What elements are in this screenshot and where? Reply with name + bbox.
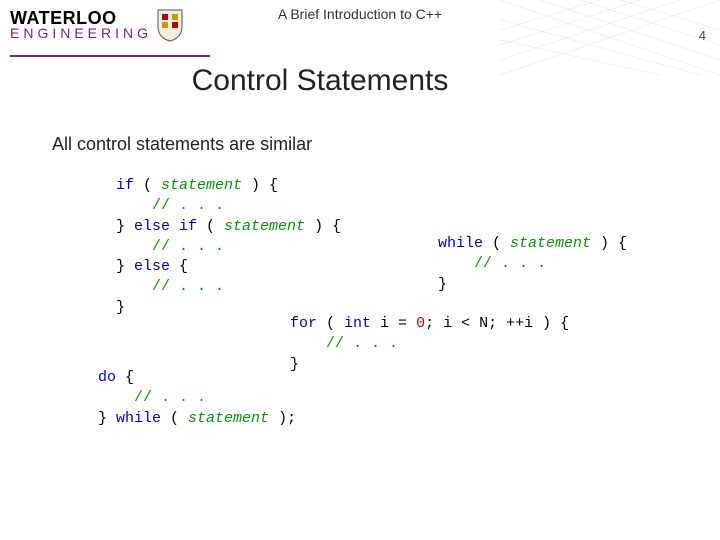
- code-if-else: if ( statement ) { // . . . } else if ( …: [116, 176, 341, 318]
- logo-line-2: ENGINEERING: [10, 27, 152, 40]
- document-title: A Brief Introduction to C++: [0, 6, 720, 22]
- header: WATERLOO ENGINEERING A Brief Introductio…: [0, 0, 720, 60]
- code-while: while ( statement ) { // . . . }: [438, 234, 627, 295]
- page-number: 4: [699, 28, 706, 43]
- code-do-while: do { // . . . } while ( statement );: [98, 368, 296, 429]
- header-underline: [10, 55, 710, 57]
- lead-text: All control statements are similar: [52, 134, 720, 155]
- code-for: for ( int i = 0; i < N; ++i ) { // . . .…: [290, 314, 569, 375]
- slide-body: All control statements are similar if ( …: [0, 134, 720, 155]
- slide-title: Control Statements: [0, 64, 680, 98]
